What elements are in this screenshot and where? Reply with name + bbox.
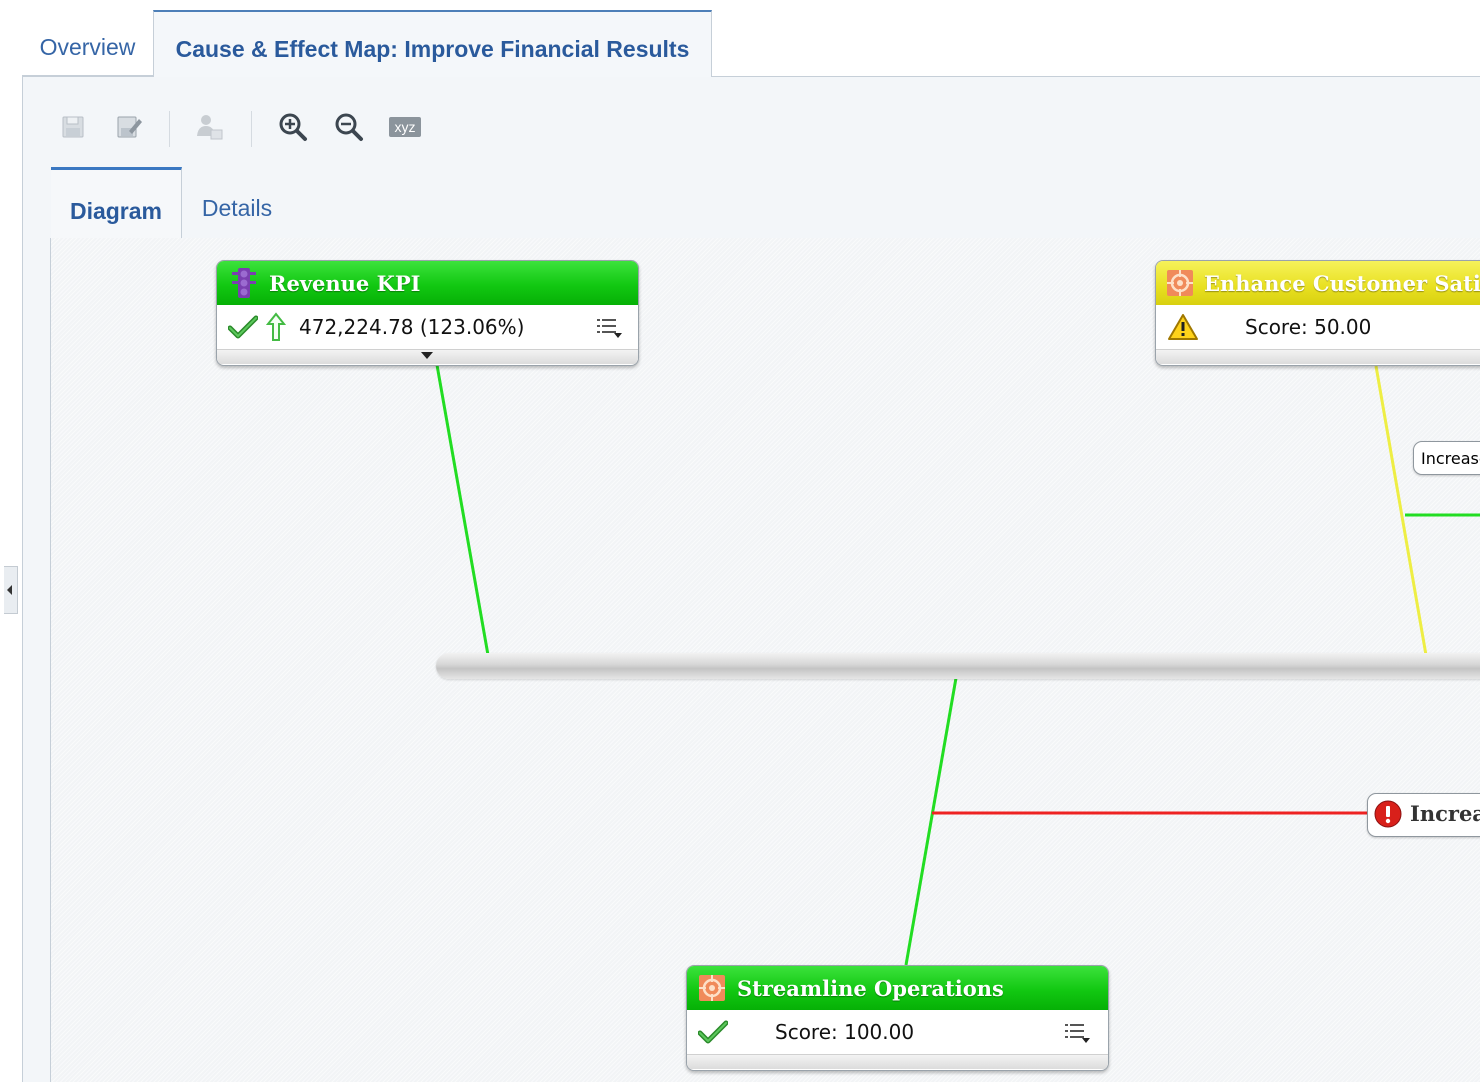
- node-increase-small[interactable]: Increase: [1413, 441, 1480, 475]
- chevron-left-icon: [7, 585, 12, 595]
- node-expand-footer[interactable]: [687, 1054, 1108, 1069]
- checkmark-icon: [227, 315, 259, 339]
- xyz-icon[interactable]: xyz: [385, 107, 425, 147]
- save-as-icon[interactable]: [109, 107, 149, 147]
- node-title: Streamline Operations: [737, 975, 1004, 1001]
- trend-up-icon: [265, 312, 287, 342]
- node-body: Score: 50.00: [1156, 305, 1480, 349]
- kpi-value: 472,224.78 (123.06%): [299, 315, 525, 339]
- node-revenue-kpi[interactable]: Revenue KPI 472,224.78 (123.06%): [216, 260, 639, 366]
- node-body: Score: 100.00: [687, 1010, 1108, 1054]
- tab-details[interactable]: Details: [182, 167, 292, 239]
- warning-icon: [1166, 313, 1200, 341]
- tab-overview[interactable]: Overview: [22, 10, 153, 76]
- kpi-icon: [229, 268, 259, 298]
- critical-alert-icon: [1374, 800, 1402, 828]
- toolbar-separator: [251, 111, 252, 147]
- options-menu-icon[interactable]: [597, 317, 623, 344]
- tab-diagram[interactable]: Diagram: [51, 167, 182, 240]
- node-header: Revenue KPI: [217, 261, 638, 305]
- node-title: Revenue KPI: [269, 270, 421, 296]
- assign-user-icon[interactable]: [189, 107, 229, 147]
- view-tabs: Diagram Details: [51, 167, 1480, 240]
- checkmark-icon: [697, 1020, 729, 1044]
- xyz-label: xyz: [389, 117, 421, 137]
- node-enhance-customer[interactable]: Enhance Customer Satisfaction Score: 50.…: [1155, 260, 1480, 366]
- map-connector-bar: [436, 653, 1480, 679]
- tab-cause-effect-map[interactable]: Cause & Effect Map: Improve Financial Re…: [153, 10, 712, 77]
- node-score: Score: 100.00: [775, 1020, 915, 1044]
- node-label: Increase: [1421, 449, 1480, 468]
- caret-down-icon: [421, 352, 433, 359]
- zoom-out-icon[interactable]: [329, 107, 369, 147]
- objective-icon: [1166, 269, 1194, 297]
- node-header: Enhance Customer Satisfaction: [1156, 261, 1480, 305]
- zoom-in-icon[interactable]: [273, 107, 313, 147]
- node-expand-footer[interactable]: [217, 349, 638, 364]
- page-tabs: Overview Cause & Effect Map: Improve Fin…: [22, 10, 1480, 77]
- options-menu-icon[interactable]: [1065, 1022, 1091, 1049]
- node-expand-footer[interactable]: [1156, 349, 1480, 364]
- node-increase-critical[interactable]: Increase: [1367, 793, 1480, 837]
- save-icon[interactable]: [53, 107, 93, 147]
- node-body: 472,224.78 (123.06%): [217, 305, 638, 349]
- node-score: Score: 50.00: [1245, 315, 1372, 339]
- node-title: Enhance Customer Satisfaction: [1204, 270, 1480, 296]
- node-header: Streamline Operations: [687, 966, 1108, 1010]
- toolbar-separator: [169, 111, 170, 147]
- node-streamline-operations[interactable]: Streamline Operations Score: 100.00: [686, 965, 1109, 1071]
- node-label: Increase: [1410, 801, 1480, 826]
- objective-icon: [697, 974, 727, 1002]
- collapse-panel-handle[interactable]: [4, 566, 18, 614]
